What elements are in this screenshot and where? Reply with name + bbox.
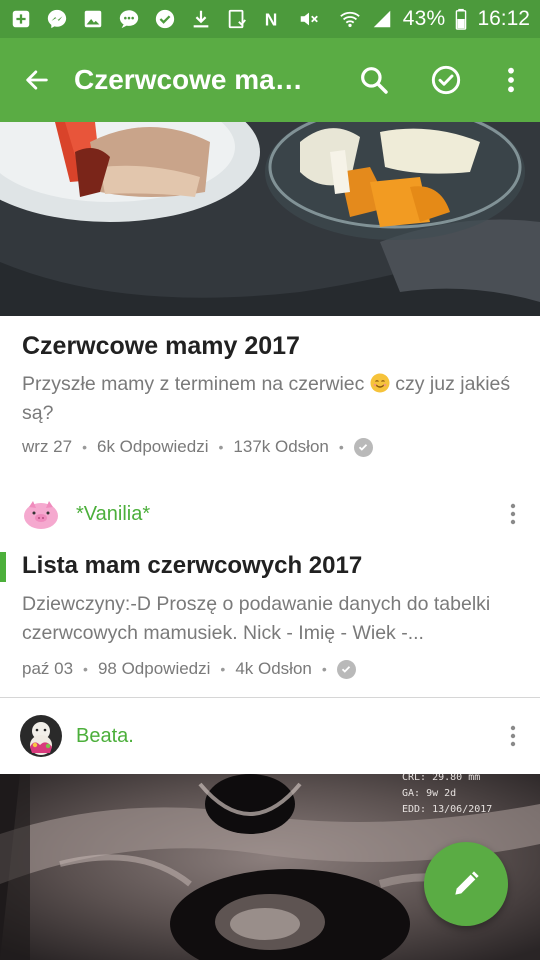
pig-avatar-icon <box>20 493 62 535</box>
compose-button[interactable] <box>424 842 508 926</box>
signal-icon <box>371 8 393 30</box>
overflow-menu-button[interactable] <box>482 38 540 122</box>
post-author[interactable]: Beata. <box>76 725 500 748</box>
post-meta: paź 03 • 98 Odpowiedzi • 4k Odsłon • <box>0 654 540 680</box>
group-replies: 6k Odpowiedzi <box>96 437 209 456</box>
ultrasound-line-1: CRL: 29.80 mm <box>402 774 480 783</box>
separator-dot: • <box>82 439 87 455</box>
wifi-icon <box>339 8 361 30</box>
post-item[interactable]: Beata. <box>0 706 540 774</box>
download-icon <box>190 8 212 30</box>
messenger-icon <box>46 8 68 30</box>
back-arrow-icon <box>26 70 48 90</box>
more-vert-icon <box>510 503 516 525</box>
search-icon <box>361 67 388 94</box>
verified-check-icon <box>353 437 373 457</box>
avatar[interactable] <box>20 493 62 535</box>
more-vert-icon <box>508 67 514 93</box>
post-menu-button[interactable] <box>500 716 526 756</box>
clock: 16:12 <box>477 7 530 30</box>
separator-dot: • <box>220 661 226 677</box>
ultrasound-line-2: GA: 9w 2d <box>402 788 456 799</box>
plus-box-icon <box>10 8 32 30</box>
post-author[interactable]: *Vanilia* <box>76 503 500 526</box>
post-date: paź 03 <box>22 659 74 678</box>
svg-text:N: N <box>265 9 278 29</box>
check-circle-icon <box>431 65 461 95</box>
mute-icon <box>298 8 320 30</box>
search-button[interactable] <box>338 38 410 122</box>
group-title: Czerwcowe mamy 2017 <box>22 332 300 360</box>
notification-icons: N <box>10 8 339 30</box>
separator-dot: • <box>83 661 88 677</box>
separator-dot: • <box>321 661 327 677</box>
chat-icon <box>118 8 140 30</box>
post-header: *Vanilia* <box>0 482 540 546</box>
image-icon <box>82 8 104 30</box>
post-title: Lista mam czerwcowych 2017 <box>22 552 363 579</box>
group-views: 137k Odsłon <box>233 437 329 456</box>
post-body: Dziewczyny:-D Proszę o podawanie danych … <box>22 593 491 644</box>
screen-icon <box>226 8 248 30</box>
plush-toy-avatar-icon <box>20 715 62 757</box>
back-button[interactable] <box>0 38 74 122</box>
check-icon <box>154 8 176 30</box>
mark-read-button[interactable] <box>410 38 482 122</box>
app-bar: Czerwcowe mamy 2017 <box>0 38 540 122</box>
group-cover-image <box>0 122 540 316</box>
group-description: Przyszłe mamy z terminem na czerwiec czy… <box>22 370 518 428</box>
post-header: Beata. <box>0 706 540 766</box>
battery-icon <box>455 8 467 30</box>
pencil-icon <box>455 871 479 895</box>
post-replies: 98 Odpowiedzi <box>97 659 211 678</box>
divider <box>0 697 540 698</box>
more-vert-icon <box>510 725 516 747</box>
ultrasound-line-3: EDD: 13/06/2017 <box>402 804 492 815</box>
separator-dot: • <box>338 439 344 455</box>
smiling-face-icon <box>370 373 390 393</box>
page-title: Czerwcowe mamy 2017 <box>74 64 338 95</box>
avatar[interactable] <box>20 715 62 757</box>
status-bar: N 43% 16:12 <box>0 0 540 38</box>
battery-percent: 43% <box>402 7 446 30</box>
verified-check-icon <box>336 659 356 679</box>
post-item[interactable]: *Vanilia* Lista mam czerwcowych 2017 Dzi… <box>0 482 540 698</box>
group-info-card[interactable]: Czerwcowe mamy 2017 Przyszłe mamy z term… <box>0 316 540 480</box>
separator-dot: • <box>218 439 224 455</box>
group-meta: wrz 27 • 6k Odpowiedzi • 137k Odsłon • <box>22 434 518 460</box>
post-views: 4k Odsłon <box>235 659 312 678</box>
group-description-text: Przyszłe mamy z terminem na czerwiec <box>22 373 365 395</box>
post-menu-button[interactable] <box>500 494 526 534</box>
group-date: wrz 27 <box>22 437 73 456</box>
nfc-icon: N <box>262 8 284 30</box>
unread-indicator <box>0 552 6 582</box>
